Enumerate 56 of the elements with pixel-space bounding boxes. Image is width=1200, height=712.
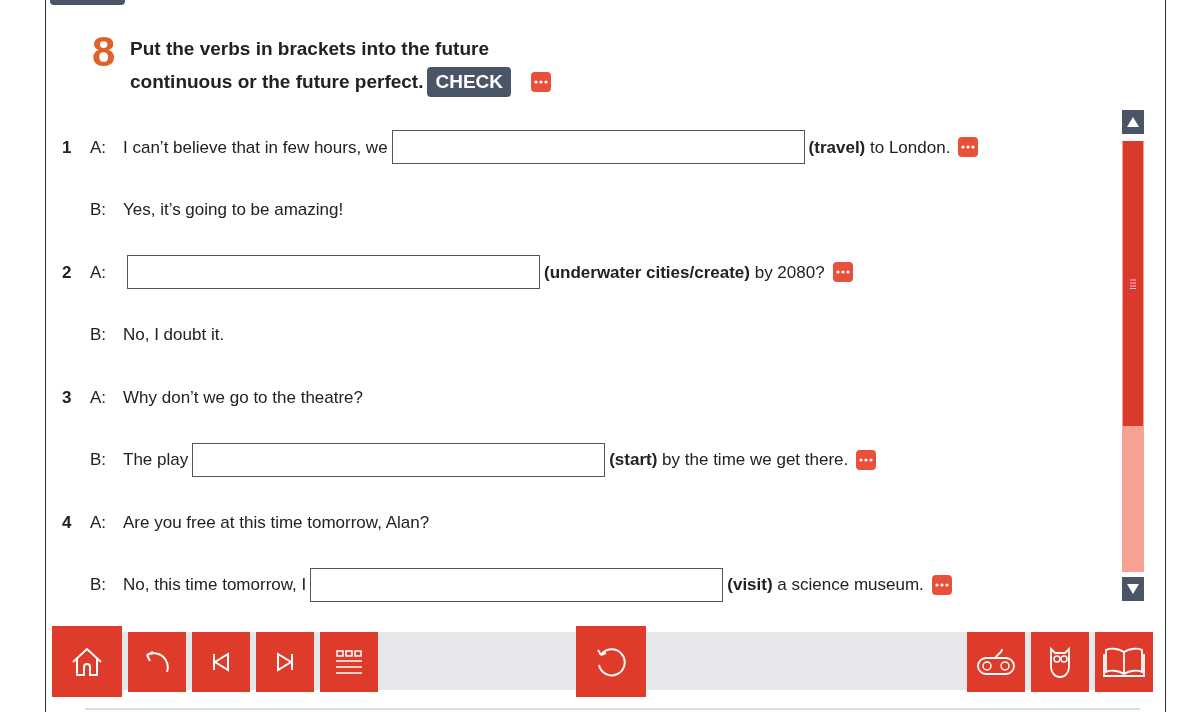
reset-button[interactable] bbox=[576, 626, 646, 697]
book-button[interactable] bbox=[1095, 631, 1153, 692]
check-button[interactable]: CHECK bbox=[427, 66, 511, 97]
item-number: 2 bbox=[62, 261, 73, 284]
owl-button[interactable] bbox=[1031, 631, 1089, 692]
menu-icon bbox=[334, 647, 364, 676]
previous-button[interactable] bbox=[192, 631, 250, 692]
scroll-down-button[interactable] bbox=[1122, 577, 1144, 601]
answer-icon[interactable] bbox=[931, 574, 952, 595]
speaker-label: B: bbox=[90, 199, 108, 221]
speaker-label: B: bbox=[90, 324, 108, 346]
sentence-text: (underwater cities/create) by 2080? bbox=[544, 261, 825, 284]
owl-icon bbox=[1047, 644, 1073, 679]
scrollbar-thumb[interactable] bbox=[1123, 141, 1143, 426]
menu-button[interactable] bbox=[320, 631, 378, 692]
answer-field[interactable] bbox=[391, 130, 805, 165]
next-button[interactable] bbox=[256, 631, 314, 692]
answer-icon[interactable] bbox=[856, 449, 877, 470]
down-arrow-icon bbox=[1126, 583, 1140, 595]
sentence-text: (travel) to London. bbox=[808, 136, 951, 159]
up-arrow-icon bbox=[1126, 116, 1140, 128]
skip-forward-icon bbox=[274, 650, 296, 673]
instruction-text: continuous or the future perfect. bbox=[130, 70, 424, 94]
instruction-text: Put the verbs in brackets into the future bbox=[130, 37, 489, 61]
answer-field[interactable] bbox=[310, 567, 724, 602]
speaker-label: B: bbox=[90, 449, 108, 471]
games-button[interactable] bbox=[967, 631, 1025, 692]
speaker-label: A: bbox=[90, 136, 108, 159]
home-button[interactable] bbox=[52, 626, 122, 697]
speaker-label: A: bbox=[90, 386, 108, 409]
answer-field[interactable] bbox=[127, 255, 540, 290]
sentence-text: Why don’t we go to the theatre? bbox=[123, 386, 364, 409]
item-number: 3 bbox=[62, 386, 73, 409]
answer-field[interactable] bbox=[192, 442, 606, 477]
sentence-text: I can’t believe that in few hours, we bbox=[123, 136, 388, 159]
sentence-text: (start) by the time we get there. bbox=[609, 449, 849, 471]
exercise-number: 8 bbox=[92, 32, 117, 77]
undo-button[interactable] bbox=[128, 631, 186, 692]
speaker-label: A: bbox=[90, 511, 108, 534]
sentence-text: (visit) a science museum. bbox=[727, 574, 924, 596]
speaker-label: B: bbox=[90, 574, 108, 596]
sentence-text: Yes, it’s going to be amazing! bbox=[123, 199, 344, 221]
sentence-text: No, I doubt it. bbox=[123, 324, 225, 346]
book-icon bbox=[1102, 645, 1146, 678]
answer-icon[interactable] bbox=[832, 262, 853, 283]
sentence-text: The play bbox=[123, 449, 189, 471]
sentence-text: Are you free at this time tomorrow, Alan? bbox=[123, 511, 430, 534]
grip-icon bbox=[1130, 278, 1136, 289]
item-number: 4 bbox=[62, 511, 73, 534]
skip-back-icon bbox=[210, 650, 232, 673]
scroll-up-button[interactable] bbox=[1122, 110, 1144, 134]
speaker-label: A: bbox=[90, 261, 108, 284]
more-icon[interactable] bbox=[531, 71, 551, 92]
sentence-text: No, this time tomorrow, I bbox=[123, 574, 307, 596]
item-number: 1 bbox=[62, 136, 73, 159]
answer-icon[interactable] bbox=[958, 137, 979, 158]
